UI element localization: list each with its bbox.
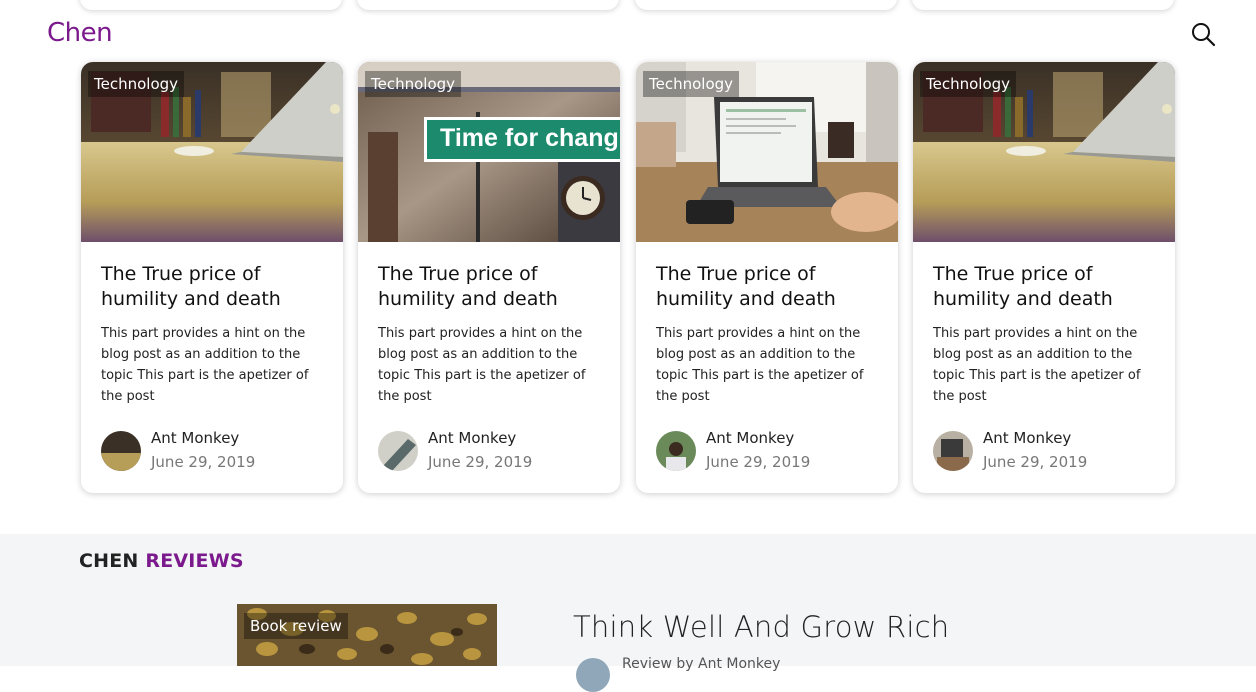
previous-card[interactable] xyxy=(912,0,1174,10)
author-name[interactable]: Ant Monkey xyxy=(706,429,794,447)
card-image-time-for-change[interactable]: Time for chang Technology xyxy=(358,62,620,242)
reviews-heading: CHEN REVIEWS xyxy=(79,550,244,572)
card-description: This part provides a hint on the blog po… xyxy=(101,326,309,404)
card-category-tag[interactable]: Technology xyxy=(365,71,462,97)
card-title[interactable]: The True price of humility and death xyxy=(933,262,1163,312)
card-author: Ant Monkey June 29, 2019 xyxy=(378,429,608,475)
author-avatar xyxy=(933,431,973,471)
author-avatar xyxy=(378,431,418,471)
card-title[interactable]: The True price of humility and death xyxy=(656,262,886,312)
previous-row-cards xyxy=(0,0,1256,10)
reviewer-avatar xyxy=(576,658,610,692)
card-title[interactable]: The True price of humility and death xyxy=(101,262,331,312)
author-avatar xyxy=(101,431,141,471)
reviews-section: CHEN REVIEWS Book review Think Well And … xyxy=(0,534,1256,692)
blog-card[interactable]: Time for chang Technology The True price… xyxy=(358,62,620,493)
blog-card[interactable]: Technology The True price of humility an… xyxy=(636,62,898,493)
search-button[interactable] xyxy=(1190,21,1216,47)
author-name[interactable]: Ant Monkey xyxy=(983,429,1071,447)
previous-card[interactable] xyxy=(635,0,897,10)
card-description: This part provides a hint on the blog po… xyxy=(933,326,1141,404)
blog-card[interactable]: Technology The True price of humility an… xyxy=(913,62,1175,493)
author-name[interactable]: Ant Monkey xyxy=(151,429,239,447)
reviews-heading-brand: CHEN xyxy=(79,550,139,572)
card-description: This part provides a hint on the blog po… xyxy=(378,326,586,404)
site-logo[interactable]: Chen xyxy=(47,18,113,48)
card-image-team-laptop[interactable]: Technology xyxy=(636,62,898,242)
card-description: This part provides a hint on the blog po… xyxy=(656,326,864,404)
card-author: Ant Monkey June 29, 2019 xyxy=(101,429,331,475)
card-category-tag[interactable]: Technology xyxy=(920,71,1017,97)
post-date: June 29, 2019 xyxy=(428,453,533,471)
review-image-pebbles[interactable]: Book review xyxy=(237,604,497,666)
sign-text: Time for chang xyxy=(440,124,619,152)
post-date: June 29, 2019 xyxy=(983,453,1088,471)
card-category-tag[interactable]: Technology xyxy=(88,71,185,97)
previous-card[interactable] xyxy=(80,0,342,10)
post-date: June 29, 2019 xyxy=(706,453,811,471)
card-category-tag[interactable]: Technology xyxy=(643,71,740,97)
author-name[interactable]: Ant Monkey xyxy=(428,429,516,447)
card-author: Ant Monkey June 29, 2019 xyxy=(933,429,1163,475)
card-image-laptop-library[interactable]: Technology xyxy=(913,62,1175,242)
review-category-tag[interactable]: Book review xyxy=(244,613,348,639)
card-author: Ant Monkey June 29, 2019 xyxy=(656,429,886,475)
search-icon xyxy=(1192,23,1216,47)
post-date: June 29, 2019 xyxy=(151,453,256,471)
blog-card[interactable]: Technology The True price of humility an… xyxy=(81,62,343,493)
review-title[interactable]: Think Well And Grow Rich xyxy=(573,610,949,644)
card-title[interactable]: The True price of humility and death xyxy=(378,262,608,312)
review-author[interactable]: Review by Ant Monkey xyxy=(622,656,780,672)
previous-card[interactable] xyxy=(357,0,619,10)
reviews-heading-label: REVIEWS xyxy=(145,550,244,572)
card-image-laptop-library[interactable]: Technology xyxy=(81,62,343,242)
author-avatar xyxy=(656,431,696,471)
